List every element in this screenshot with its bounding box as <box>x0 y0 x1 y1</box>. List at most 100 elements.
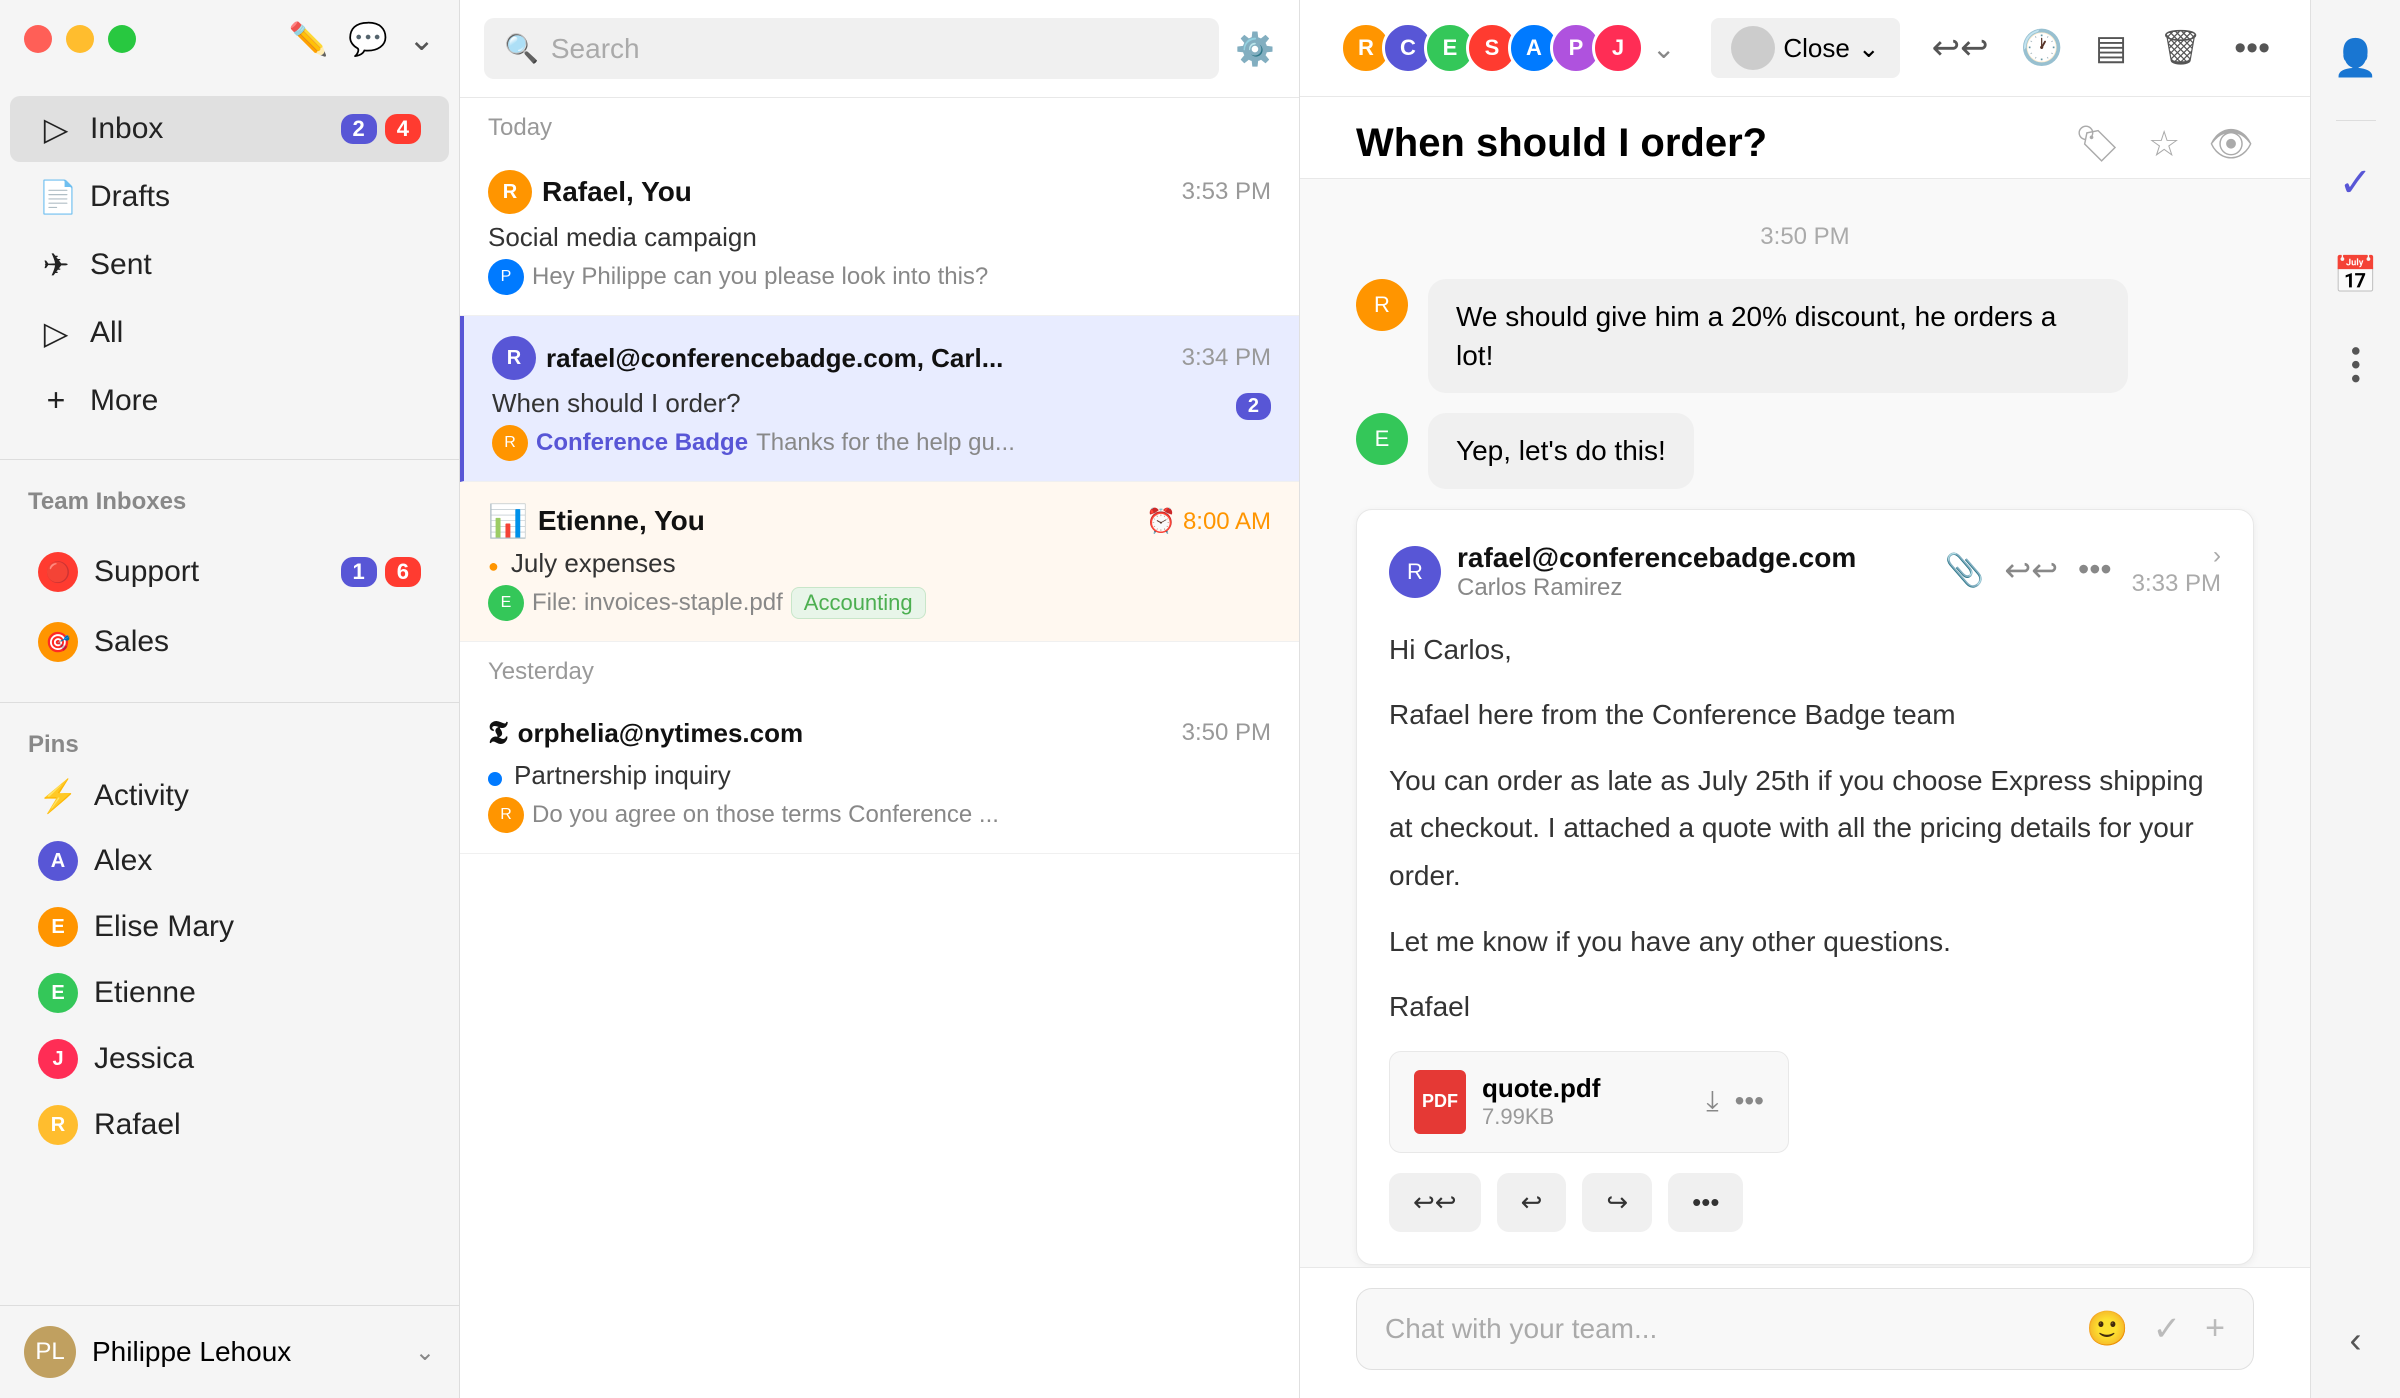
sidebar-item-support[interactable]: 🔴 Support 1 6 <box>10 538 449 606</box>
clock-icon[interactable]: 🕐 <box>2021 28 2063 68</box>
expand-icon[interactable]: › <box>2213 542 2221 570</box>
sidebar-item-more[interactable]: + More <box>10 368 449 433</box>
eye-icon[interactable]: 👁 <box>2208 123 2254 165</box>
download-icon[interactable]: ⤓ <box>1706 1085 1718 1118</box>
star-icon[interactable]: ☆ <box>2148 123 2180 165</box>
checkmark-icon[interactable]: ✓ <box>2153 1309 2182 1349</box>
reply-all-card-icon[interactable]: ↩↩ <box>2004 551 2058 589</box>
plus-icon[interactable]: + <box>2205 1309 2225 1349</box>
chat-input[interactable]: Chat with your team... 🙂 ✓ + <box>1356 1288 2254 1370</box>
activity-icon: ⚡ <box>38 777 78 815</box>
etienne-label: Etienne <box>94 976 196 1010</box>
maximize-button[interactable] <box>108 25 136 53</box>
attachment-more-icon[interactable]: ••• <box>1735 1085 1764 1118</box>
pin-alex[interactable]: A Alex <box>10 829 449 893</box>
email-list-panel: 🔍 Search ⚙️ Today R Rafael, You 3:53 PM … <box>460 0 1300 1398</box>
title-actions: 🏷 ☆ 👁 <box>2074 123 2254 165</box>
sender-avatar: R <box>1389 546 1441 598</box>
far-right-more-icon[interactable]: ••• <box>2326 337 2386 397</box>
chat-icon[interactable]: 💬 <box>348 20 388 58</box>
email-card-time: 3:33 PM <box>2132 570 2221 598</box>
email-time: 3:53 PM <box>1182 178 1271 206</box>
emoji-icon[interactable]: 🙂 <box>2086 1309 2128 1349</box>
pin-rafael[interactable]: R Rafael <box>10 1093 449 1157</box>
far-right-divider-1 <box>2336 120 2376 121</box>
user-icon[interactable]: 👤 <box>2326 28 2386 88</box>
attachment-info: quote.pdf 7.99KB <box>1482 1073 1690 1130</box>
pins-label: Pins <box>0 719 459 763</box>
email-time: 3:50 PM <box>1182 719 1271 747</box>
more-reply-button[interactable]: ••• <box>1668 1173 1743 1232</box>
email-item-rafael-social[interactable]: R Rafael, You 3:53 PM Social media campa… <box>460 150 1299 316</box>
more-icon[interactable]: ••• <box>2234 29 2270 68</box>
support-avatar: 🔴 <box>38 552 78 592</box>
archive-icon[interactable]: ▤ <box>2095 28 2127 68</box>
close-button[interactable]: Close ⌄ <box>1711 18 1899 78</box>
email-item-etienne-expenses[interactable]: 📊 Etienne, You ⏰ 8:00 AM ● July expenses… <box>460 482 1299 642</box>
sidebar-nav: ▷ Inbox 2 4 📄 Drafts ✈ Sent ▷ All + More <box>0 78 459 451</box>
sales-label: Sales <box>94 625 421 659</box>
msg-bubble-1: We should give him a 20% discount, he or… <box>1428 279 2128 393</box>
sidebar-item-drafts[interactable]: 📄 Drafts <box>10 164 449 230</box>
trash-icon[interactable]: 🗑 <box>2159 28 2202 68</box>
header-actions: Close ⌄ ↩↩ 🕐 ▤ 🗑 ••• <box>1711 18 2270 78</box>
sidebar-user-profile[interactable]: PL Philippe Lehoux ⌄ <box>0 1305 459 1398</box>
sidebar-divider-1 <box>0 459 459 460</box>
pin-activity[interactable]: ⚡ Activity <box>10 765 449 827</box>
sender-info: rafael@conferencebadge.com Carlos Ramire… <box>1457 542 1856 602</box>
email-subject: July expenses <box>511 548 676 579</box>
search-placeholder: Search <box>551 33 640 65</box>
attachment-actions: ⤓ ••• <box>1706 1085 1764 1118</box>
card-actions: 📎 ↩↩ ••• › 3:33 PM <box>1945 542 2221 598</box>
calendar-icon[interactable]: 📅 <box>2326 245 2386 305</box>
check-icon[interactable]: ✓ <box>2326 153 2386 213</box>
close-button[interactable] <box>24 25 52 53</box>
pin-elise[interactable]: E Elise Mary <box>10 895 449 959</box>
search-input[interactable]: 🔍 Search <box>484 18 1219 79</box>
email-item-orphelia[interactable]: 𝕿 orphelia@nytimes.com 3:50 PM Partnersh… <box>460 694 1299 854</box>
avatar-group-expand-icon[interactable]: ⌄ <box>1652 32 1675 65</box>
email-from: R Rafael, You <box>488 170 692 214</box>
time-stamp-1: 3:50 PM <box>1356 223 2254 251</box>
sidebar-item-sent[interactable]: ✈ Sent <box>10 232 449 298</box>
sidebar-item-sales[interactable]: 🎯 Sales <box>10 608 449 676</box>
reply-button[interactable]: ↩ <box>1497 1173 1567 1232</box>
elise-label: Elise Mary <box>94 910 234 944</box>
plus-icon: + <box>38 382 74 419</box>
chat-input-actions: 🙂 ✓ + <box>2086 1309 2225 1349</box>
paperclip-icon[interactable]: 📎 <box>1945 551 1985 589</box>
label-icon[interactable]: 🏷 <box>2074 123 2120 165</box>
email-preview: R Conference Badge Thanks for the help g… <box>492 425 1271 461</box>
email-header: R rafael@conferencebadge.com, Carl... 3:… <box>492 336 1271 380</box>
filter-icon[interactable]: ⚙️ <box>1235 30 1275 68</box>
user-name: Philippe Lehoux <box>92 1336 399 1368</box>
reply-all-icon[interactable]: ↩↩ <box>1932 28 1989 68</box>
search-icon: 🔍 <box>504 32 539 65</box>
email-preview: R Do you agree on those terms Conference… <box>488 797 1271 833</box>
sidebar: ✏️ 💬 ⌄ ▷ Inbox 2 4 📄 Drafts ✈ Sent ▷ All… <box>0 0 460 1398</box>
pin-jessica[interactable]: J Jessica <box>10 1027 449 1091</box>
card-more-icon[interactable]: ••• <box>2078 551 2112 588</box>
compose-icon[interactable]: ✏️ <box>289 20 329 58</box>
pin-etienne[interactable]: E Etienne <box>10 961 449 1025</box>
user-chevron-icon[interactable]: ⌄ <box>415 1338 435 1367</box>
close-chevron-icon: ⌄ <box>1858 33 1880 64</box>
attachment-name: quote.pdf <box>1482 1073 1690 1104</box>
sender-name: Carlos Ramirez <box>1457 574 1856 602</box>
sidebar-item-inbox[interactable]: ▷ Inbox 2 4 <box>10 96 449 162</box>
activity-label: Activity <box>94 779 189 813</box>
yesterday-label: Yesterday <box>460 642 1299 694</box>
preview-avatar: E <box>488 585 524 621</box>
body-p1: Rafael here from the Conference Badge te… <box>1389 691 2221 739</box>
collapse-icon[interactable]: ‹ <box>2326 1310 2386 1370</box>
forward-button[interactable]: ↪ <box>1582 1173 1652 1232</box>
email-card: R rafael@conferencebadge.com Carlos Rami… <box>1356 509 2254 1265</box>
sidebar-item-all[interactable]: ▷ All <box>10 300 449 366</box>
reply-all-button[interactable]: ↩↩ <box>1389 1173 1481 1232</box>
pins-list: ⚡ Activity A Alex E Elise Mary E Etienne… <box>0 763 459 1159</box>
avatar-7: J <box>1592 22 1644 74</box>
far-right-bottom: ‹ <box>2326 1310 2386 1370</box>
minimize-button[interactable] <box>66 25 94 53</box>
email-item-conference-badge[interactable]: R rafael@conferencebadge.com, Carl... 3:… <box>460 316 1299 482</box>
chevron-down-icon[interactable]: ⌄ <box>408 20 435 58</box>
